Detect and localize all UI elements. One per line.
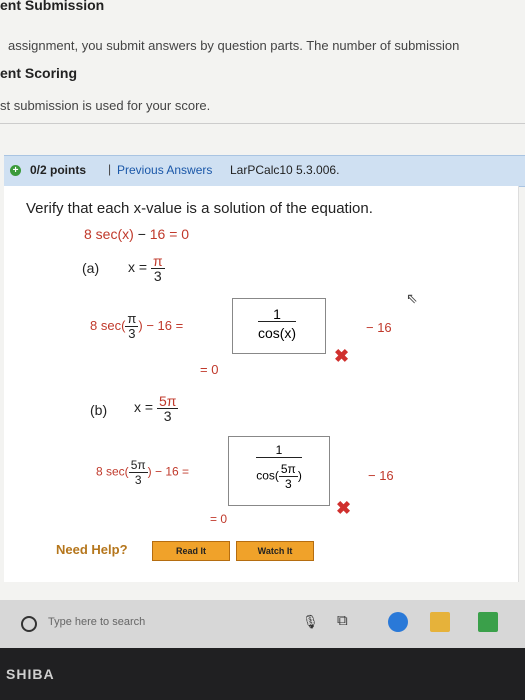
task-view-icon[interactable]: ⧉ [337,612,348,629]
part-a-x-den: 3 [153,268,162,284]
part-b-expr-prefix: 8 sec( [96,464,129,479]
store-icon[interactable] [478,612,498,632]
scoring-info-text: st submission is used for your score. [0,98,211,113]
question-code: LarPCalc10 5.3.006. [230,163,340,177]
cortana-icon[interactable] [21,616,37,632]
part-b-x-num: 5π [156,393,179,409]
part-b-expr-suffix: ) − 16 = [147,464,190,479]
part-b-box-num: 1 [256,443,302,458]
edge-browser-icon[interactable] [388,612,408,632]
part-a-x-num: π [150,253,165,269]
separator: | [108,162,112,176]
part-b-x-den: 3 [163,408,172,424]
previous-answers-link[interactable]: Previous Answers [117,163,212,177]
equation-minus: − [137,226,146,242]
part-b-expression: 8 sec(5π 3 ) − 16 = [96,458,189,487]
part-a-result: = 0 [200,362,219,377]
incorrect-icon: ✖ [334,346,350,366]
part-a-expr-num: π [125,311,139,327]
microphone-icon[interactable]: 🎙 [302,614,319,630]
part-a-x-eq: x = [128,259,148,276]
part-b-x-value: x = 5π 3 [134,393,179,424]
submission-info-text: assignment, you submit answers by questi… [8,38,460,53]
part-b-x-eq: x = [134,399,154,416]
expand-icon[interactable]: + [10,165,21,176]
part-b-box-den-post: ) [297,468,302,483]
part-b-after-box: − 16 [368,468,394,483]
part-a-expr-suffix: ) − 16 = [138,317,184,333]
part-a-box-den: cos(x) [257,325,297,341]
equation-rhs: 16 = 0 [149,226,190,242]
divider [0,123,525,124]
part-b-expr-num: 5π [128,458,148,473]
need-help-label: Need Help? [56,542,128,557]
part-a-expression: 8 sec(π 3) − 16 = [90,312,183,341]
part-a-label: (a) [82,260,100,276]
part-b-box-den-den: 3 [284,477,292,491]
equation: 8 sec(x) − 16 = 0 [84,226,189,242]
part-b-box-den-num: 5π [278,462,298,477]
part-b-label: (b) [90,402,108,418]
question-body: Verify that each x-value is a solution o… [4,186,519,582]
part-a-after-box: − 16 [366,320,392,335]
browser-page: ent Submission assignment, you submit an… [0,0,525,600]
part-a-expr-prefix: 8 sec( [90,317,126,333]
windows-taskbar: Type here to search 🎙 ⧉ [0,600,525,648]
question-header-bar: + 0/2 points | Previous Answers LarPCalc… [4,155,525,187]
points-label: 0/2 points [30,163,87,177]
equation-lhs: 8 sec(x) [84,226,134,242]
assignment-submission-heading: ent Submission [0,0,105,13]
brand-logo: SHIBA [6,666,55,682]
file-explorer-icon[interactable] [430,612,450,632]
mouse-cursor-icon: ⇖ [406,290,418,306]
part-a-answer-box[interactable]: 1 cos(x) [232,298,326,354]
question-prompt: Verify that each x-value is a solution o… [26,200,373,217]
part-a-box-num: 1 [257,307,297,322]
read-it-button[interactable]: Read It [152,541,230,561]
part-b-answer-box[interactable]: 1 cos(5π 3) [228,436,330,506]
part-a-expr-den: 3 [128,326,136,341]
part-a-x-value: x = π3 [128,254,165,283]
part-b-expr-den: 3 [134,473,142,487]
part-b-box-den-pre: cos( [256,468,279,483]
watch-it-button[interactable]: Watch It [236,541,314,561]
laptop-bezel: SHIBA [0,648,525,700]
incorrect-icon: ✖ [336,498,352,518]
part-b-result: = 0 [210,512,228,526]
assignment-scoring-heading: ent Scoring [0,65,78,81]
taskbar-search-input[interactable]: Type here to search [48,616,145,628]
